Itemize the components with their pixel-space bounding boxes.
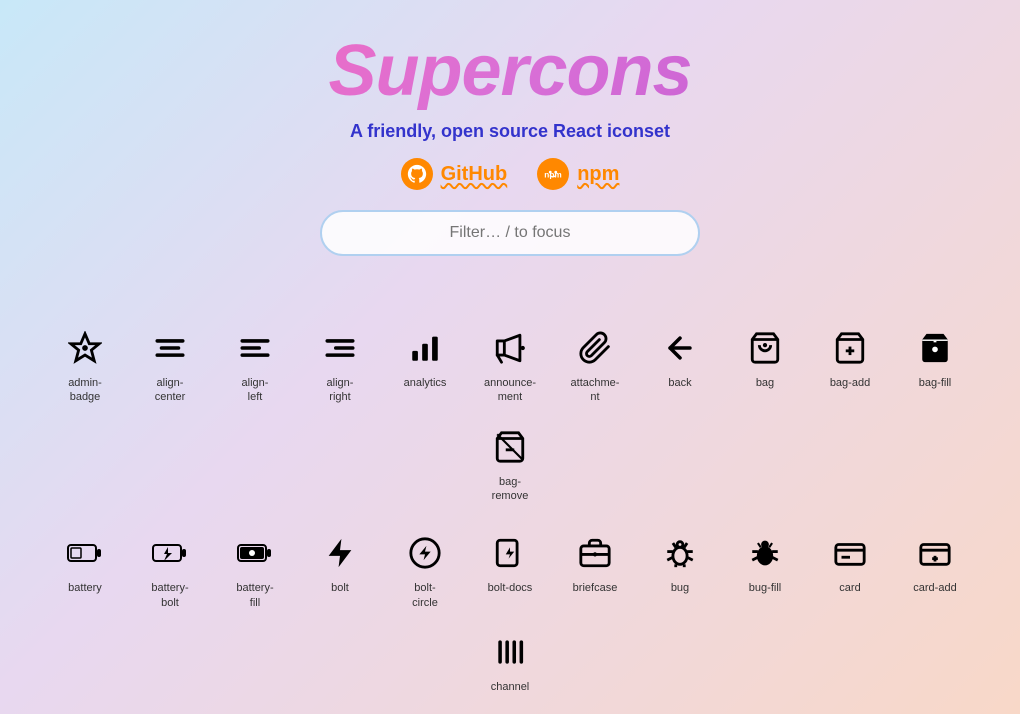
page-header: Supercons A friendly, open source React … [0,0,1020,306]
icon-briefcase[interactable]: briefcase [553,521,638,620]
bug-fill-icon [748,533,782,573]
channel-icon [493,632,527,672]
icon-analytics[interactable]: analytics [383,316,468,415]
battery-bolt-icon [152,533,188,573]
battery-fill-icon [237,533,273,573]
search-input[interactable] [320,210,700,256]
analytics-icon [408,328,442,368]
icon-battery-fill[interactable]: battery-fill [213,521,298,620]
admin-badge-icon [68,328,102,368]
bag-fill-icon [918,328,952,368]
github-icon [401,158,433,190]
icon-label-bug: bug [671,581,689,595]
search-container [20,210,1000,256]
icon-align-right[interactable]: align-right [298,316,383,415]
icons-grid: admin-badge align-center align-left [0,306,1020,714]
icon-announcement[interactable]: announce-ment [468,316,553,415]
icon-channel[interactable]: channel [468,620,553,704]
card-icon [833,533,867,573]
icon-admin-badge[interactable]: admin-badge [43,316,128,415]
icon-label-card-add: card-add [913,581,956,595]
icon-label-bug-fill: bug-fill [749,581,781,595]
icon-label-bolt-docs: bolt-docs [488,581,533,595]
icon-label-bag-remove: bag-remove [492,475,529,504]
icon-bag-remove[interactable]: bag-remove [468,415,553,514]
external-links: GitHub npm npm [20,158,1000,190]
page-title: Supercons [20,32,1000,111]
icon-align-left[interactable]: align-left [213,316,298,415]
icon-label-analytics: analytics [404,376,447,390]
icon-label-align-center: align-center [155,376,186,405]
icon-bag-fill[interactable]: bag-fill [893,316,978,415]
icon-card-add[interactable]: card-add [893,521,978,620]
icon-align-center[interactable]: align-center [128,316,213,415]
battery-icon [67,533,103,573]
icon-label-bolt: bolt [331,581,349,595]
icon-back[interactable]: back [638,316,723,415]
icon-label-admin-badge: admin-badge [68,376,102,405]
icon-card[interactable]: card [808,521,893,620]
icon-label-attachment: attachme-nt [571,376,620,405]
github-link[interactable]: GitHub [401,158,508,190]
icon-bug[interactable]: bug [638,521,723,620]
icon-battery-bolt[interactable]: battery-bolt [128,521,213,620]
attachment-icon [578,328,612,368]
icon-bolt[interactable]: bolt [298,521,383,620]
icon-label-bag-add: bag-add [830,376,870,390]
bag-remove-icon [493,427,527,467]
page-subtitle: A friendly, open source React iconset [20,121,1000,142]
align-right-icon [323,328,357,368]
icon-label-align-right: align-right [327,376,354,405]
icon-label-announcement: announce-ment [484,376,536,405]
back-icon [663,328,697,368]
npm-icon: npm [537,158,569,190]
align-left-icon [238,328,272,368]
bag-icon [748,328,782,368]
briefcase-icon [578,533,612,573]
github-label: GitHub [441,163,508,186]
align-center-icon [153,328,187,368]
icon-label-back: back [668,376,691,390]
bolt-icon [323,533,357,573]
card-add-icon [918,533,952,573]
svg-text:npm: npm [545,171,562,180]
icon-attachment[interactable]: attachme-nt [553,316,638,415]
npm-link[interactable]: npm npm [537,158,619,190]
icon-label-briefcase: briefcase [573,581,618,595]
icon-label-bag-fill: bag-fill [919,376,951,390]
icon-label-card: card [839,581,860,595]
icon-bug-fill[interactable]: bug-fill [723,521,808,620]
icon-label-align-left: align-left [242,376,269,405]
icon-label-bag: bag [756,376,774,390]
npm-label: npm [577,163,619,186]
bolt-circle-icon [408,533,442,573]
bug-icon [663,533,697,573]
icon-bag[interactable]: bag [723,316,808,415]
icon-label-battery: battery [68,581,102,595]
bag-add-icon [833,328,867,368]
icon-battery[interactable]: battery [43,521,128,620]
bolt-docs-icon [493,533,527,573]
announcement-icon [493,328,527,368]
icon-bag-add[interactable]: bag-add [808,316,893,415]
icon-bolt-docs[interactable]: bolt-docs [468,521,553,620]
icon-bolt-circle[interactable]: bolt-circle [383,521,468,620]
icon-label-channel: channel [491,680,530,694]
